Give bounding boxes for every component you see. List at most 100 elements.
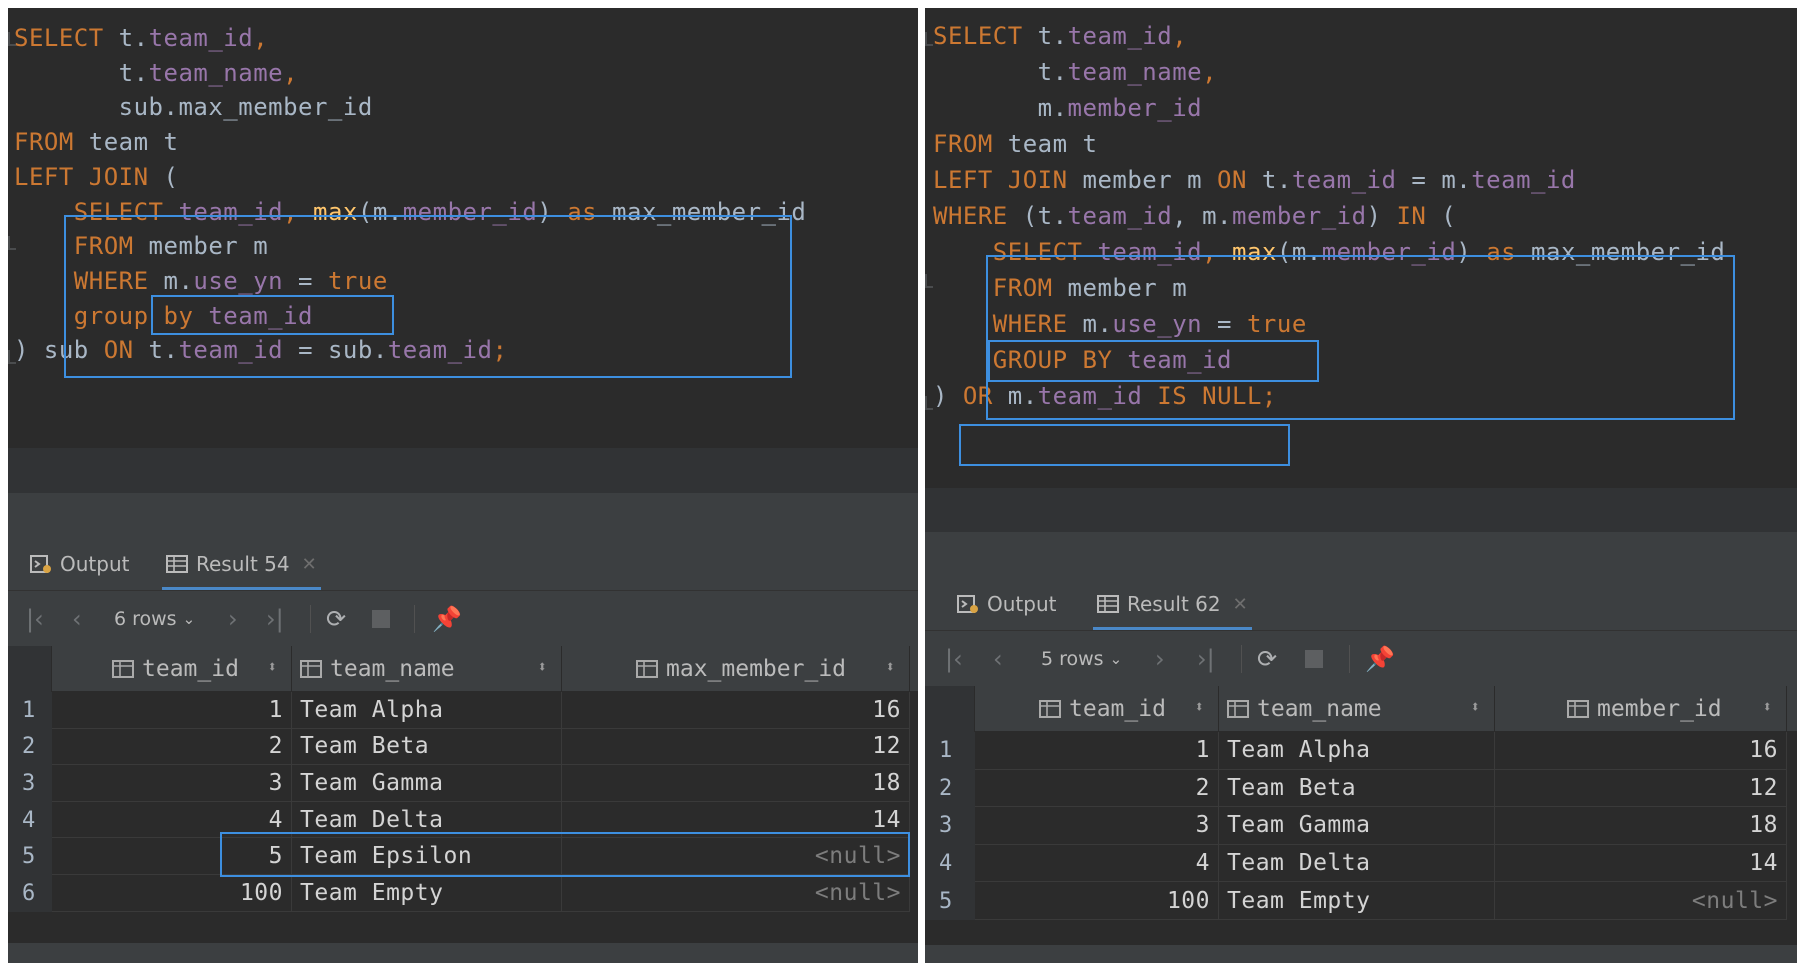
table-row[interactable]: 6 100 Team Empty <null> xyxy=(8,875,918,912)
code-line[interactable]: m.member_id xyxy=(933,88,1202,128)
cell-team-name[interactable]: Team Alpha xyxy=(1219,732,1495,770)
cell-team-name[interactable]: Team Gamma xyxy=(292,765,562,802)
table-row[interactable]: 2 2 Team Beta 12 xyxy=(925,769,1797,808)
column-header-team-id[interactable]: team_id ⬍ xyxy=(52,646,292,692)
column-header-member-id[interactable]: member_id ⬍ xyxy=(1495,686,1787,732)
table-row[interactable]: 4 4 Team Delta 14 xyxy=(925,844,1797,883)
code-line[interactable]: WHERE (t.team_id, m.member_id) IN ( xyxy=(933,196,1456,236)
sort-icon[interactable]: ⬍ xyxy=(1762,697,1772,716)
fold-marker[interactable] xyxy=(925,32,933,46)
code-line[interactable]: WHERE m.use_yn = true xyxy=(933,304,1307,344)
fold-marker[interactable] xyxy=(925,396,933,410)
cell-member-id[interactable]: 16 xyxy=(1495,732,1787,770)
cell-team-id[interactable]: 100 xyxy=(52,875,292,912)
pin-icon[interactable]: 📌 xyxy=(1365,631,1395,687)
cell-team-name[interactable]: Team Beta xyxy=(292,728,562,766)
close-icon[interactable]: ✕ xyxy=(302,554,317,575)
cell-team-name[interactable]: Team Delta xyxy=(292,801,562,839)
cell-team-name[interactable]: Team Delta xyxy=(1219,844,1495,883)
sql-editor-right[interactable]: SELECT t.team_id, t.team_name, m.member_… xyxy=(925,8,1797,488)
code-line[interactable]: FROM member m xyxy=(933,268,1187,308)
sort-icon[interactable]: ⬍ xyxy=(1194,697,1204,716)
tab-result[interactable]: Result 54 ✕ xyxy=(162,538,321,590)
code-line[interactable]: t.team_name, xyxy=(933,52,1217,92)
cell-member-id[interactable]: 14 xyxy=(562,801,910,839)
cell-team-name[interactable]: Team Alpha xyxy=(292,692,562,729)
fold-marker[interactable] xyxy=(8,236,16,250)
table-row[interactable]: 2 2 Team Beta 12 xyxy=(8,728,918,766)
cell-member-id[interactable]: <null> xyxy=(1495,882,1787,920)
tab-output[interactable]: Output xyxy=(957,578,1056,630)
fold-marker[interactable] xyxy=(8,350,16,364)
sql-editor-left[interactable]: SELECT t.team_id, t.team_name, sub.max_m… xyxy=(8,8,918,448)
code-line[interactable]: SELECT team_id, max(m.member_id) as max_… xyxy=(933,232,1725,272)
refresh-icon[interactable]: ⟳ xyxy=(1257,631,1277,687)
cell-team-name[interactable]: Team Empty xyxy=(292,875,562,912)
sort-icon[interactable]: ⬍ xyxy=(1470,697,1480,716)
code-line[interactable]: FROM team t xyxy=(933,124,1097,164)
fold-marker[interactable] xyxy=(8,32,16,46)
table-row[interactable]: 5 5 Team Epsilon <null> xyxy=(8,838,918,875)
cell-member-id[interactable]: 14 xyxy=(1495,844,1787,883)
stop-icon[interactable] xyxy=(1305,631,1323,687)
column-header-max-member-id[interactable]: max_member_id ⬍ xyxy=(562,646,910,692)
prev-page-icon[interactable]: ‹ xyxy=(72,591,82,647)
column-header-team-name[interactable]: team_name ⬍ xyxy=(292,646,562,692)
table-row[interactable]: 3 3 Team Gamma 18 xyxy=(925,807,1797,845)
cell-team-name[interactable]: Team Empty xyxy=(1219,882,1495,920)
pin-icon[interactable]: 📌 xyxy=(432,591,462,647)
cell-team-id[interactable]: 3 xyxy=(52,765,292,802)
code-line[interactable]: ) sub ON t.team_id = sub.team_id; xyxy=(14,330,507,370)
fold-marker[interactable] xyxy=(925,274,933,288)
cell-member-id[interactable]: 16 xyxy=(562,692,910,729)
cell-team-id[interactable]: 2 xyxy=(975,769,1219,808)
table-row[interactable]: 1 1 Team Alpha 16 xyxy=(925,732,1797,770)
cell-member-id[interactable]: 12 xyxy=(562,728,910,766)
cell-team-id[interactable]: 4 xyxy=(52,801,292,839)
cell-member-id[interactable]: 12 xyxy=(1495,769,1787,808)
sort-icon[interactable]: ⬍ xyxy=(885,657,895,676)
tab-result[interactable]: Result 62 ✕ xyxy=(1093,578,1252,630)
cell-member-id[interactable]: <null> xyxy=(562,838,910,875)
rows-count-dropdown[interactable]: 5 rows ⌄ xyxy=(1041,631,1122,687)
table-row[interactable]: 5 100 Team Empty <null> xyxy=(925,882,1797,920)
code-token: = xyxy=(283,266,328,295)
first-page-icon[interactable]: |‹ xyxy=(26,591,44,647)
table-row[interactable]: 1 1 Team Alpha 16 xyxy=(8,692,918,729)
cell-team-id[interactable]: 3 xyxy=(975,807,1219,845)
prev-page-icon[interactable]: ‹ xyxy=(993,631,1003,687)
rows-count-dropdown[interactable]: 6 rows ⌄ xyxy=(114,591,195,647)
first-page-icon[interactable]: |‹ xyxy=(945,631,963,687)
cell-team-name[interactable]: Team Beta xyxy=(1219,769,1495,808)
cell-member-id[interactable]: <null> xyxy=(562,875,910,912)
code-line[interactable]: ) OR m.team_id IS NULL; xyxy=(933,376,1277,416)
last-page-icon[interactable]: ›| xyxy=(1197,631,1215,687)
last-page-icon[interactable]: ›| xyxy=(266,591,284,647)
refresh-icon[interactable]: ⟳ xyxy=(326,591,346,647)
cell-team-id[interactable]: 4 xyxy=(975,844,1219,883)
column-header-team-name[interactable]: team_name ⬍ xyxy=(1219,686,1495,732)
cell-member-id[interactable]: 18 xyxy=(562,765,910,802)
cell-team-id[interactable]: 1 xyxy=(52,692,292,729)
column-header-team-id[interactable]: team_id ⬍ xyxy=(975,686,1219,732)
cell-team-name[interactable]: Team Epsilon xyxy=(292,838,562,875)
next-page-icon[interactable]: › xyxy=(1155,631,1165,687)
cell-team-id[interactable]: 5 xyxy=(52,838,292,875)
sort-icon[interactable]: ⬍ xyxy=(537,657,547,676)
table-row[interactable]: 3 3 Team Gamma 18 xyxy=(8,765,918,802)
next-page-icon[interactable]: › xyxy=(228,591,238,647)
tab-output[interactable]: Output xyxy=(30,538,129,590)
sort-icon[interactable]: ⬍ xyxy=(267,657,277,676)
cell-team-id[interactable]: 1 xyxy=(975,732,1219,770)
table-row[interactable]: 4 4 Team Delta 14 xyxy=(8,801,918,839)
cell-team-name[interactable]: Team Gamma xyxy=(1219,807,1495,845)
code-line[interactable]: LEFT JOIN member m ON t.team_id = m.team… xyxy=(933,160,1576,200)
cell-team-id[interactable]: 100 xyxy=(975,882,1219,920)
cell-member-id[interactable]: 18 xyxy=(1495,807,1787,845)
code-line[interactable]: SELECT t.team_id, xyxy=(933,16,1187,56)
close-icon[interactable]: ✕ xyxy=(1233,594,1248,615)
cell-team-id[interactable]: 2 xyxy=(52,728,292,766)
stop-icon[interactable] xyxy=(372,591,390,647)
code-line[interactable]: GROUP BY team_id xyxy=(933,340,1232,380)
